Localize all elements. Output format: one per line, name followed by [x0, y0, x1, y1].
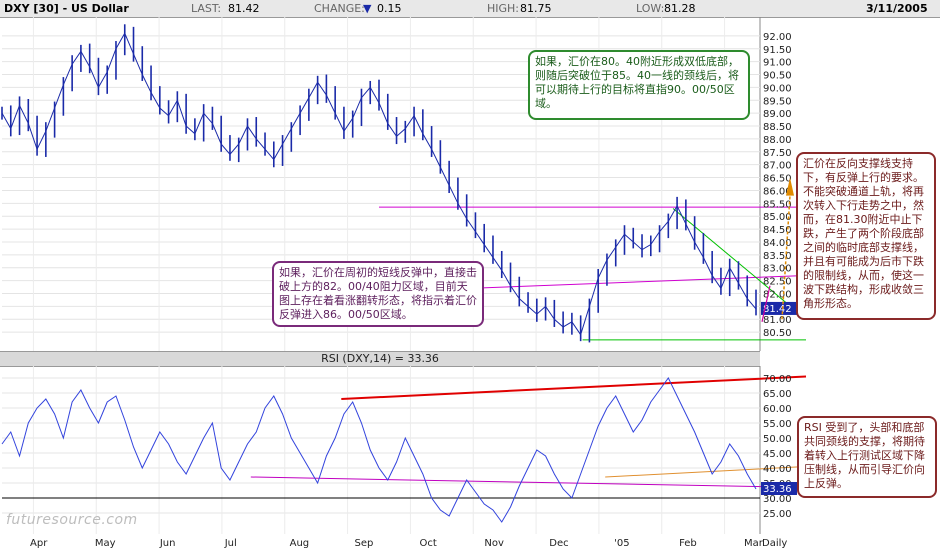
price-tick-label: 87.00 [763, 161, 792, 172]
price-tick-label: 91.50 [763, 45, 792, 56]
annotation-triangle: 汇价在反向支撑线支持下，有反弹上行的要求。不能突破通道上轨，将再次转入下行走势之… [796, 152, 936, 320]
price-tick-label: 87.50 [763, 148, 792, 159]
price-tick-label: 90.00 [763, 83, 792, 94]
price-tick-label: 91.00 [763, 58, 792, 69]
price-tick-label: 88.50 [763, 122, 792, 133]
price-tick-label: 83.00 [763, 264, 792, 275]
price-tick-label: 85.00 [763, 212, 792, 223]
x-tick-label: Feb [679, 538, 697, 549]
x-tick-label: Sep [355, 538, 374, 549]
x-tick-label: Aug [290, 538, 310, 549]
price-tick-label: 80.50 [763, 328, 792, 339]
price-tick-label: 85.50 [763, 199, 792, 210]
low-value: 81.28 [664, 2, 696, 15]
price-tick-label: 90.50 [763, 71, 792, 82]
change-label: CHANGE: [314, 2, 365, 15]
high-label: HIGH: [487, 2, 520, 15]
x-tick-label: Dec [549, 538, 568, 549]
x-tick-label: Mar [744, 538, 764, 549]
rsi-tick-label: 65.00 [763, 389, 792, 400]
change-value: 0.15 [377, 2, 402, 15]
price-tick-label: 86.50 [763, 174, 792, 185]
rsi-tick-label: 50.00 [763, 434, 792, 445]
x-tick-label: Jun [159, 538, 176, 549]
x-tick-label: Oct [419, 538, 436, 549]
x-tick-label: '05 [614, 538, 629, 549]
last-price-label: 81.42 [763, 304, 792, 315]
rsi-title: RSI (DXY,14) = 33.36 [0, 351, 760, 367]
rsi-tick-label: 70.00 [763, 374, 792, 385]
price-tick-label: 82.50 [763, 277, 792, 288]
x-tick-label: Nov [484, 538, 504, 549]
rsi-tick-label: 30.00 [763, 494, 792, 505]
rsi-line [1, 377, 757, 523]
chart-header: DXY [30] - US Dollar LAST: 81.42 CHANGE:… [0, 0, 940, 18]
rsi-last-label: 33.36 [763, 484, 792, 495]
down-arrow-icon: ▼ [363, 2, 372, 15]
rsi-tick-label: 40.00 [763, 464, 792, 475]
low-label: LOW: [636, 2, 665, 15]
price-tick-label: 81.00 [763, 315, 792, 326]
x-tick-label: May [95, 538, 116, 549]
x-tick-label: Apr [30, 538, 48, 549]
x-tick-label: Jul [224, 538, 237, 549]
watermark-logo: futuresource.com [6, 512, 138, 528]
rsi-tick-label: 55.00 [763, 419, 792, 430]
annotation-rsi: RSI 受到了，头部和底部共同颈线的支撑，将期待着转入上行测试区域下降压制线，从… [797, 416, 937, 498]
annotation-reversal: 如果，汇价在周初的短线反弹中，直接击破上方的82。00/40阻力区域，目前天图上… [272, 261, 484, 327]
price-tick-label: 89.50 [763, 96, 792, 107]
chart-date: 3/11/2005 [866, 2, 928, 15]
rsi-tick-label: 60.00 [763, 404, 792, 415]
price-tick-label: 92.00 [763, 32, 792, 43]
annotation-double-bottom: 如果，汇价在80。40附近形成双低底部，则随后突破位于85。40一线的颈线后，将… [528, 50, 750, 120]
rsi-tick-label: 25.00 [763, 509, 792, 520]
x-axis: Apr May Jun Jul Aug Sep Oct Nov Dec '05 Feb Mar Dail… [30, 538, 787, 549]
price-tick-label: 88.00 [763, 135, 792, 146]
last-label: LAST: [191, 2, 222, 15]
rsi-trendline [341, 375, 807, 400]
rsi-trendline [250, 476, 807, 488]
price-tick-label: 83.50 [763, 251, 792, 262]
last-value: 81.42 [228, 2, 260, 15]
rsi-tick-label: 45.00 [763, 449, 792, 460]
x-tick-label: Daily [762, 538, 787, 549]
price-tick-label: 89.00 [763, 109, 792, 120]
high-value: 81.75 [520, 2, 552, 15]
symbol-title: DXY [30] - US Dollar [4, 2, 129, 15]
